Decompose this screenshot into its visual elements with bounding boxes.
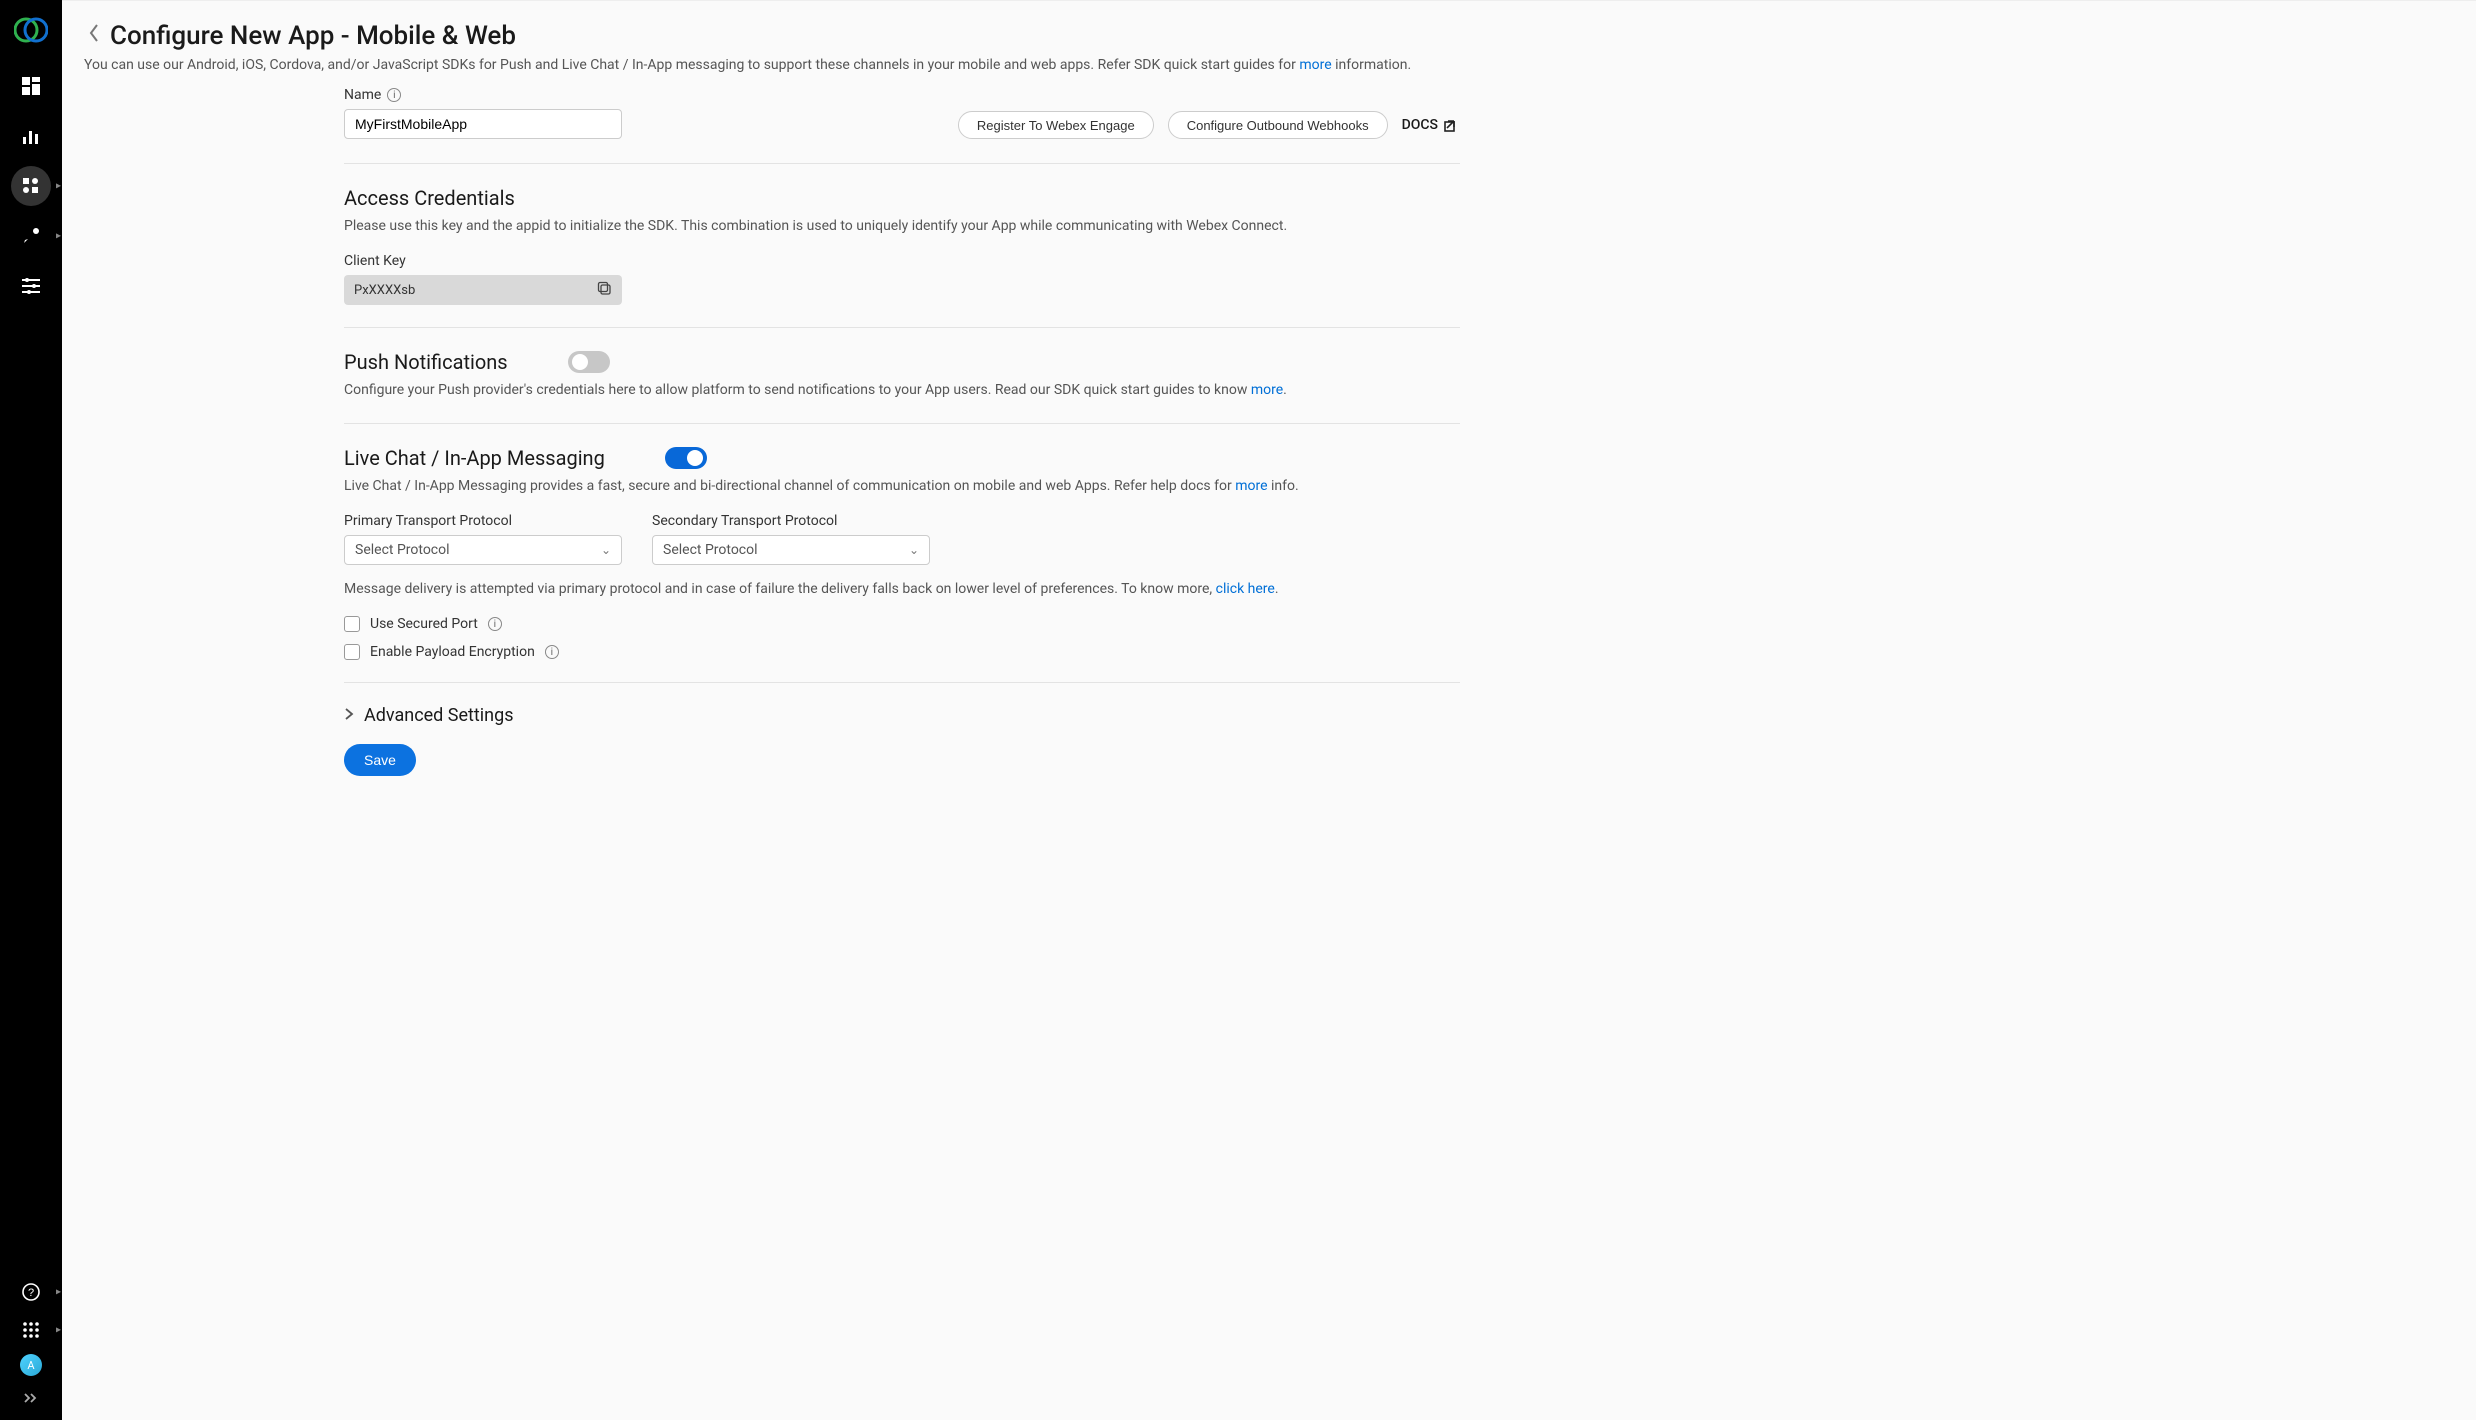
nav-dashboard[interactable]: [11, 66, 51, 106]
divider: [344, 163, 1460, 164]
client-key-label: Client Key: [344, 253, 1460, 269]
caret-right-icon: ▸: [56, 181, 61, 192]
sidebar: ▸ ▸ ? ▸ ▸ A: [0, 0, 62, 1420]
encryption-label: Enable Payload Encryption: [370, 644, 535, 660]
chevron-down-icon: ⌄: [909, 543, 919, 557]
push-more-link[interactable]: more: [1251, 382, 1283, 398]
advanced-settings-toggle[interactable]: Advanced Settings: [344, 705, 1460, 726]
caret-right-icon: ▸: [56, 231, 61, 242]
nav-settings-list[interactable]: [11, 266, 51, 306]
page-subtitle: You can use our Android, iOS, Cordova, a…: [84, 57, 2454, 73]
info-icon[interactable]: i: [387, 88, 401, 102]
divider: [344, 327, 1460, 328]
access-credentials-section: Access Credentials Please use this key a…: [344, 186, 1460, 305]
back-button[interactable]: [84, 23, 104, 49]
livechat-more-link[interactable]: more: [1235, 478, 1267, 494]
docs-link[interactable]: DOCS: [1402, 117, 1460, 133]
divider: [344, 423, 1460, 424]
main-content: Configure New App - Mobile & Web You can…: [62, 0, 2476, 1420]
nav-help[interactable]: ? ▸: [11, 1278, 51, 1306]
register-engage-button[interactable]: Register To Webex Engage: [958, 111, 1154, 139]
secured-port-label: Use Secured Port: [370, 616, 478, 632]
copy-button[interactable]: [597, 281, 612, 300]
delivery-note-link[interactable]: click here: [1216, 581, 1275, 597]
primary-protocol-label: Primary Transport Protocol: [344, 513, 622, 529]
push-desc: Configure your Push provider's credentia…: [344, 380, 1460, 401]
sidebar-expand-button[interactable]: [11, 1386, 51, 1410]
push-title: Push Notifications: [344, 350, 508, 374]
divider: [344, 682, 1460, 683]
name-input[interactable]: [344, 109, 622, 139]
configure-webhooks-button[interactable]: Configure Outbound Webhooks: [1168, 111, 1388, 139]
save-button[interactable]: Save: [344, 744, 416, 776]
chevron-right-icon: [344, 707, 354, 725]
webex-logo[interactable]: [13, 12, 49, 48]
advanced-title: Advanced Settings: [364, 705, 514, 726]
info-icon[interactable]: i: [545, 645, 559, 659]
delivery-note: Message delivery is attempted via primar…: [344, 579, 1460, 600]
nav-apps[interactable]: ▸: [11, 166, 51, 206]
chevron-down-icon: ⌄: [601, 543, 611, 557]
livechat-desc: Live Chat / In-App Messaging provides a …: [344, 476, 1460, 497]
primary-protocol-select[interactable]: Select Protocol ⌄: [344, 535, 622, 565]
caret-right-icon: ▸: [56, 1287, 61, 1298]
caret-right-icon: ▸: [56, 1325, 61, 1336]
client-key-value: PxXXXXsb: [354, 283, 415, 298]
livechat-section: Live Chat / In-App Messaging Live Chat /…: [344, 446, 1460, 660]
nav-apps-grid[interactable]: ▸: [11, 1316, 51, 1344]
page-title: Configure New App - Mobile & Web: [110, 21, 516, 51]
livechat-title: Live Chat / In-App Messaging: [344, 446, 605, 470]
subtitle-more-link[interactable]: more: [1299, 57, 1331, 73]
push-toggle[interactable]: [568, 351, 610, 373]
nav-analytics[interactable]: [11, 116, 51, 156]
push-notifications-section: Push Notifications Configure your Push p…: [344, 350, 1460, 401]
svg-text:?: ?: [28, 1287, 34, 1299]
secondary-protocol-label: Secondary Transport Protocol: [652, 513, 930, 529]
secured-port-checkbox[interactable]: [344, 616, 360, 632]
avatar[interactable]: A: [20, 1354, 42, 1376]
nav-tools[interactable]: ▸: [11, 216, 51, 256]
livechat-toggle[interactable]: [665, 447, 707, 469]
encryption-checkbox[interactable]: [344, 644, 360, 660]
external-link-icon: [1444, 117, 1460, 133]
access-desc: Please use this key and the appid to ini…: [344, 216, 1460, 237]
name-label: Name i: [344, 87, 622, 103]
client-key-field: PxXXXXsb: [344, 275, 622, 305]
info-icon[interactable]: i: [488, 617, 502, 631]
access-title: Access Credentials: [344, 186, 1460, 210]
secondary-protocol-select[interactable]: Select Protocol ⌄: [652, 535, 930, 565]
